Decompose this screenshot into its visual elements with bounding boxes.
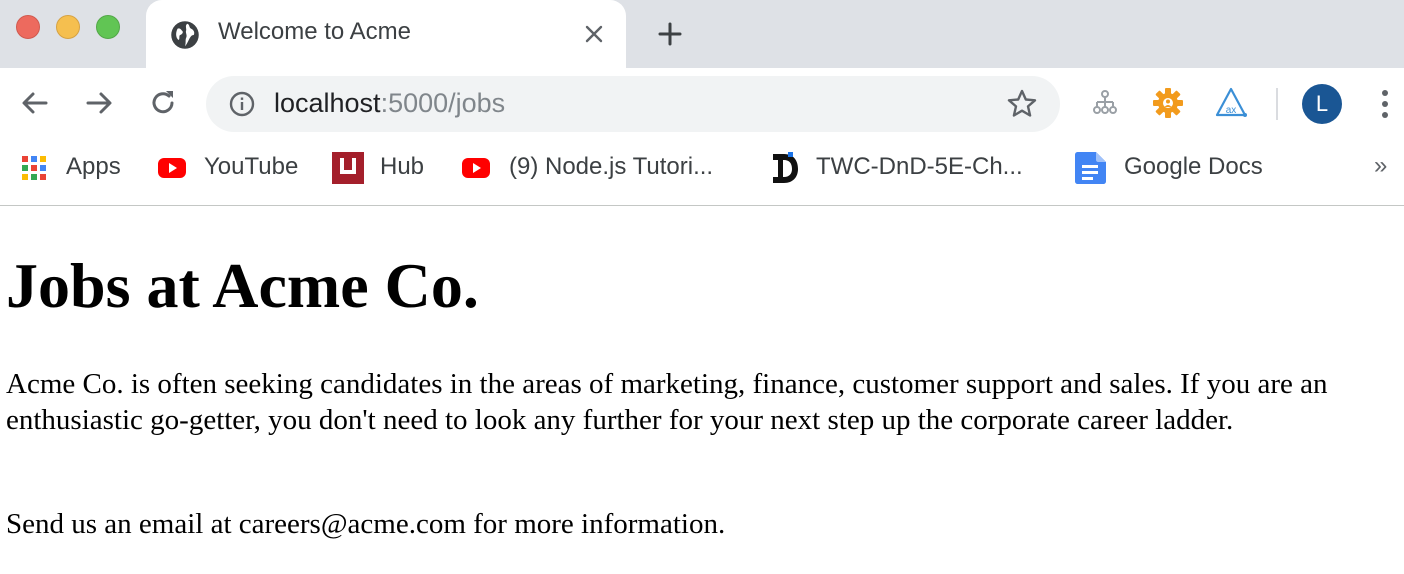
intro-paragraph: Acme Co. is often seeking candidates in … — [6, 368, 1328, 436]
bookmark-label: TWC-DnD-5E-Ch... — [816, 153, 1023, 180]
close-window-button[interactable] — [16, 15, 40, 39]
close-icon[interactable] — [582, 22, 606, 46]
url-path: :5000/jobs — [380, 88, 506, 118]
bookmark-label: Google Docs — [1124, 153, 1263, 180]
forward-arrow-icon[interactable] — [82, 86, 116, 120]
browser-toolbar: localhost:5000/jobs ax L — [0, 68, 1404, 140]
more-menu-icon[interactable] — [1372, 86, 1398, 122]
tab-title: Welcome to Acme — [218, 18, 411, 45]
google-docs-icon — [1075, 152, 1106, 184]
svg-text:ax: ax — [1226, 105, 1237, 116]
profile-avatar[interactable]: L — [1302, 84, 1342, 124]
new-tab-button[interactable] — [654, 18, 686, 50]
gear-extension-icon[interactable] — [1151, 86, 1185, 120]
bookmark-label: Hub — [380, 153, 425, 180]
youtube-icon — [158, 158, 186, 178]
url-host: localhost — [274, 88, 381, 118]
page-heading: Jobs at Acme Co. — [6, 250, 479, 321]
url-text[interactable]: localhost:5000/jobs — [274, 88, 505, 119]
bookmarks-overflow-button[interactable]: » — [1374, 152, 1387, 180]
minimize-window-button[interactable] — [56, 15, 80, 39]
back-arrow-icon[interactable] — [18, 86, 52, 120]
hub-icon — [332, 152, 364, 184]
zoom-window-button[interactable] — [96, 15, 120, 39]
sitemap-extension-icon[interactable] — [1088, 86, 1122, 120]
address-bar[interactable]: localhost:5000/jobs — [206, 76, 1060, 132]
apps-grid-icon — [22, 156, 46, 180]
toolbar-divider — [1276, 88, 1278, 120]
dndbeyond-icon — [773, 152, 798, 183]
bookmarks-bar: Apps YouTube Hub (9) Node.js Tutori... T… — [0, 140, 1404, 206]
tab-strip: Welcome to Acme — [0, 0, 1404, 68]
youtube-icon — [462, 158, 490, 178]
reload-icon[interactable] — [146, 86, 180, 120]
bookmark-label: Apps — [66, 153, 121, 180]
bookmark-star-icon[interactable] — [1006, 88, 1038, 120]
axe-extension-icon[interactable]: ax — [1214, 86, 1248, 120]
contact-paragraph: Send us an email at careers@acme.com for… — [6, 508, 726, 540]
info-icon[interactable] — [228, 90, 256, 118]
bookmark-label: YouTube — [204, 153, 299, 180]
globe-icon — [171, 21, 199, 49]
bookmark-label: (9) Node.js Tutori... — [509, 153, 714, 180]
active-tab[interactable]: Welcome to Acme — [146, 0, 626, 68]
page-content: Jobs at Acme Co. Acme Co. is often seeki… — [0, 206, 1404, 574]
